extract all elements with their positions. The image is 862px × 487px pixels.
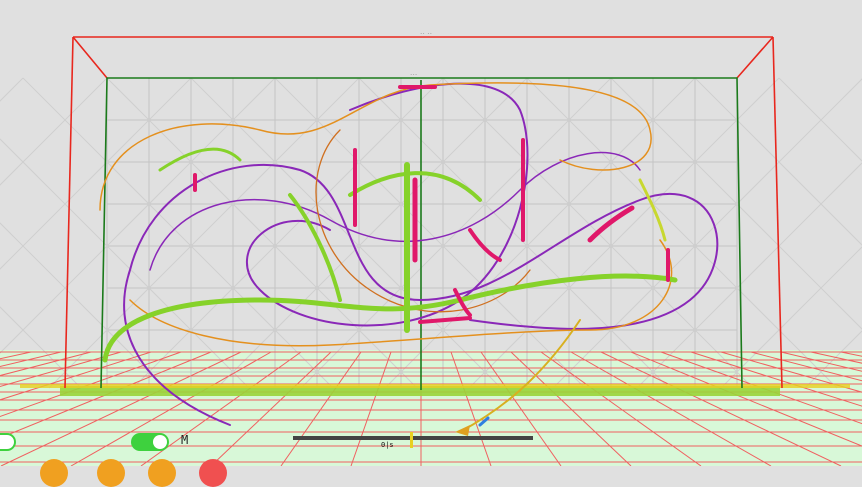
- box-top-label: -- --: [420, 31, 432, 36]
- ribbon-pink-9: [418, 316, 472, 324]
- timeline-label: 0|s: [381, 441, 394, 449]
- back-wall-grid: [0, 77, 862, 389]
- outer-bounding-box: [64, 36, 783, 389]
- ribbon-orange-3: [315, 129, 531, 313]
- mode-toggle-label: M: [181, 433, 189, 447]
- control-button-4[interactable]: [199, 459, 227, 487]
- control-button-3[interactable]: [148, 459, 176, 487]
- 3d-scene-canvas[interactable]: -- -- ---: [0, 0, 862, 466]
- control-button-2[interactable]: [97, 459, 125, 487]
- control-button-1[interactable]: [40, 459, 68, 487]
- mode-toggle-switch[interactable]: [131, 433, 169, 451]
- timeline-playhead[interactable]: [410, 432, 413, 448]
- toggle-knob: [153, 435, 167, 449]
- ribbon-green-5: [158, 147, 242, 172]
- inner-top-label: ---: [410, 72, 417, 77]
- ribbon-green-2: [288, 193, 342, 302]
- floor-strip-yellow: [20, 384, 850, 388]
